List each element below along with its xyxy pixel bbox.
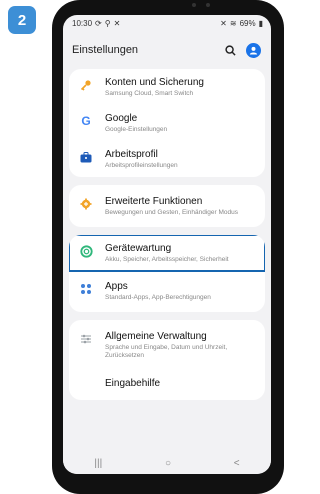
phone-sensors bbox=[192, 3, 210, 7]
settings-group-device: Gerätewartung Akku, Speicher, Arbeitsspe… bbox=[69, 235, 265, 312]
sync-icon: ⟳ bbox=[95, 18, 102, 28]
page-title: Einstellungen bbox=[72, 44, 139, 56]
settings-item-label: Google bbox=[105, 113, 138, 124]
settings-item-label: Arbeitsprofil bbox=[105, 149, 158, 160]
settings-item-description: Google-Einstellungen bbox=[105, 126, 168, 133]
google-icon: G bbox=[81, 114, 91, 128]
settings-item-description: Standard-Apps, App-Berechtigungen bbox=[105, 294, 211, 301]
briefcase-icon bbox=[79, 150, 93, 164]
phone-screen: 10:30 ⟳ ⚲ ✕ ✕ ≋ 69% ▮ Einstellungen Kont… bbox=[63, 15, 271, 474]
settings-item-advanced-features[interactable]: Erweiterte Funktionen Bewegungen und Ges… bbox=[69, 185, 265, 227]
settings-item-label: Allgemeine Verwaltung bbox=[105, 331, 207, 342]
device-care-icon bbox=[79, 244, 93, 258]
search-icon[interactable] bbox=[225, 44, 236, 56]
settings-item-label: Gerätewartung bbox=[105, 243, 172, 254]
settings-item-accounts[interactable]: Konten und Sicherung Samsung Cloud, Smar… bbox=[69, 69, 265, 105]
settings-group-advanced: Erweiterte Funktionen Bewegungen und Ges… bbox=[69, 185, 265, 227]
settings-item-description: Akku, Speicher, Arbeitsspeicher, Sicherh… bbox=[105, 256, 229, 263]
settings-item-description: Sprache und Eingabe, Datum und Uhrzeit, … bbox=[105, 344, 228, 359]
sliders-icon bbox=[79, 332, 93, 346]
settings-item-work-profile[interactable]: Arbeitsprofil Arbeitsprofileinstellungen bbox=[69, 141, 265, 177]
settings-item-description: Arbeitsprofileinstellungen bbox=[105, 162, 178, 169]
status-time: 10:30 bbox=[72, 18, 93, 28]
key-icon bbox=[79, 78, 93, 92]
settings-item-google[interactable]: G Google Google-Einstellungen bbox=[69, 105, 265, 141]
battery-level: 69% bbox=[239, 18, 256, 28]
settings-item-label: Eingabehilfe bbox=[105, 378, 161, 389]
step-number-badge: 2 bbox=[8, 6, 36, 34]
accessibility-icon bbox=[79, 379, 93, 393]
settings-item-accessibility[interactable]: Eingabehilfe bbox=[69, 367, 265, 400]
settings-item-label: Konten und Sicherung bbox=[105, 77, 204, 88]
settings-item-label: Apps bbox=[105, 281, 128, 292]
settings-group-general: Allgemeine Verwaltung Sprache und Eingab… bbox=[69, 320, 265, 400]
mute-icon: ✕ bbox=[220, 18, 227, 28]
navigation-bar: ||| ○ < bbox=[63, 452, 271, 474]
home-button[interactable]: ○ bbox=[165, 458, 171, 469]
settings-item-general-management[interactable]: Allgemeine Verwaltung Sprache und Eingab… bbox=[69, 320, 265, 367]
account-avatar-icon[interactable] bbox=[246, 42, 261, 58]
wifi-icon: ≋ bbox=[229, 18, 237, 28]
settings-item-label: Erweiterte Funktionen bbox=[105, 196, 203, 207]
recent-apps-button[interactable]: ||| bbox=[94, 458, 102, 469]
settings-item-description: Samsung Cloud, Smart Switch bbox=[105, 90, 194, 97]
status-bar: 10:30 ⟳ ⚲ ✕ ✕ ≋ 69% ▮ bbox=[63, 15, 271, 31]
gear-plus-icon bbox=[79, 197, 93, 211]
app-header: Einstellungen bbox=[63, 31, 271, 69]
battery-icon: ▮ bbox=[258, 18, 263, 28]
settings-group-accounts: Konten und Sicherung Samsung Cloud, Smar… bbox=[69, 69, 265, 177]
settings-item-description: Bewegungen und Gesten, Einhändiger Modus bbox=[105, 209, 238, 216]
mute-icon: ✕ bbox=[113, 18, 121, 28]
back-button[interactable]: < bbox=[234, 458, 240, 469]
settings-item-apps[interactable]: Apps Standard-Apps, App-Berechtigungen bbox=[69, 271, 265, 312]
apps-icon bbox=[79, 282, 93, 296]
location-icon: ⚲ bbox=[104, 18, 111, 28]
settings-item-device-care[interactable]: Gerätewartung Akku, Speicher, Arbeitsspe… bbox=[69, 235, 265, 272]
